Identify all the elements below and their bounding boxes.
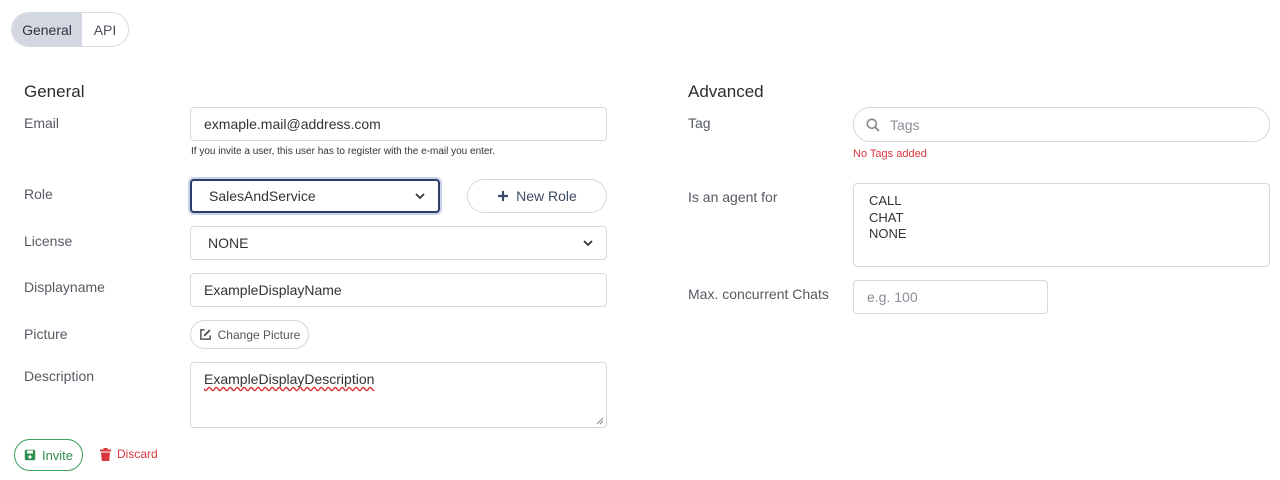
- role-selected-value: SalesAndService: [209, 188, 316, 204]
- edit-icon: [199, 329, 211, 340]
- agent-for-option[interactable]: CHAT: [869, 210, 1254, 227]
- role-select[interactable]: SalesAndService: [190, 179, 440, 213]
- license-selected-value: NONE: [208, 235, 249, 251]
- tab-bar: General API: [11, 12, 129, 47]
- chevron-down-icon: [415, 193, 425, 200]
- plus-icon: [498, 191, 509, 201]
- save-icon: [24, 449, 36, 461]
- change-picture-label: Change Picture: [217, 327, 301, 342]
- displayname-label: Displayname: [24, 279, 105, 295]
- tab-general[interactable]: General: [12, 13, 82, 46]
- description-label: Description: [24, 368, 95, 384]
- invite-label: Invite: [41, 447, 74, 463]
- picture-label: Picture: [24, 326, 68, 342]
- agent-for-label: Is an agent for: [688, 189, 778, 205]
- max-chats-label: Max. concurrent Chats: [688, 286, 829, 302]
- discard-button[interactable]: Discard: [100, 447, 158, 461]
- agent-for-option[interactable]: NONE: [869, 226, 1254, 243]
- role-label: Role: [24, 186, 53, 202]
- email-label: Email: [24, 115, 60, 131]
- email-hint: If you invite a user, this user has to r…: [191, 146, 496, 157]
- invite-button[interactable]: Invite: [14, 439, 83, 471]
- tab-api[interactable]: API: [82, 13, 128, 46]
- email-field[interactable]: exmaple.mail@address.com: [190, 107, 607, 141]
- description-textarea[interactable]: ExampleDisplayDescription: [190, 362, 607, 428]
- agent-for-option[interactable]: CALL: [869, 193, 1254, 210]
- displayname-field[interactable]: ExampleDisplayName: [190, 273, 607, 307]
- advanced-section-title: Advanced: [688, 82, 764, 101]
- search-icon: [866, 118, 880, 132]
- description-value: ExampleDisplayDescription: [204, 371, 375, 387]
- resize-handle-icon[interactable]: [596, 417, 604, 425]
- tag-input[interactable]: Tags: [853, 107, 1270, 142]
- agent-for-listbox[interactable]: CALL CHAT NONE: [853, 183, 1270, 267]
- displayname-value: ExampleDisplayName: [204, 282, 342, 298]
- max-chats-input[interactable]: e.g. 100: [853, 280, 1048, 314]
- email-value: exmaple.mail@address.com: [204, 116, 381, 132]
- general-section-title: General: [24, 82, 85, 101]
- chevron-down-icon: [583, 240, 593, 247]
- new-role-button[interactable]: New Role: [467, 179, 607, 213]
- new-role-label: New Role: [516, 188, 577, 204]
- license-label: License: [24, 233, 73, 249]
- tag-label: Tag: [688, 115, 711, 131]
- license-select[interactable]: NONE: [190, 226, 607, 260]
- change-picture-button[interactable]: Change Picture: [190, 320, 309, 349]
- tag-placeholder: Tags: [890, 116, 920, 133]
- discard-label: Discard: [117, 447, 158, 461]
- tag-empty-message: No Tags added: [853, 148, 927, 160]
- max-chats-placeholder: e.g. 100: [867, 289, 918, 305]
- trash-icon: [100, 447, 111, 461]
